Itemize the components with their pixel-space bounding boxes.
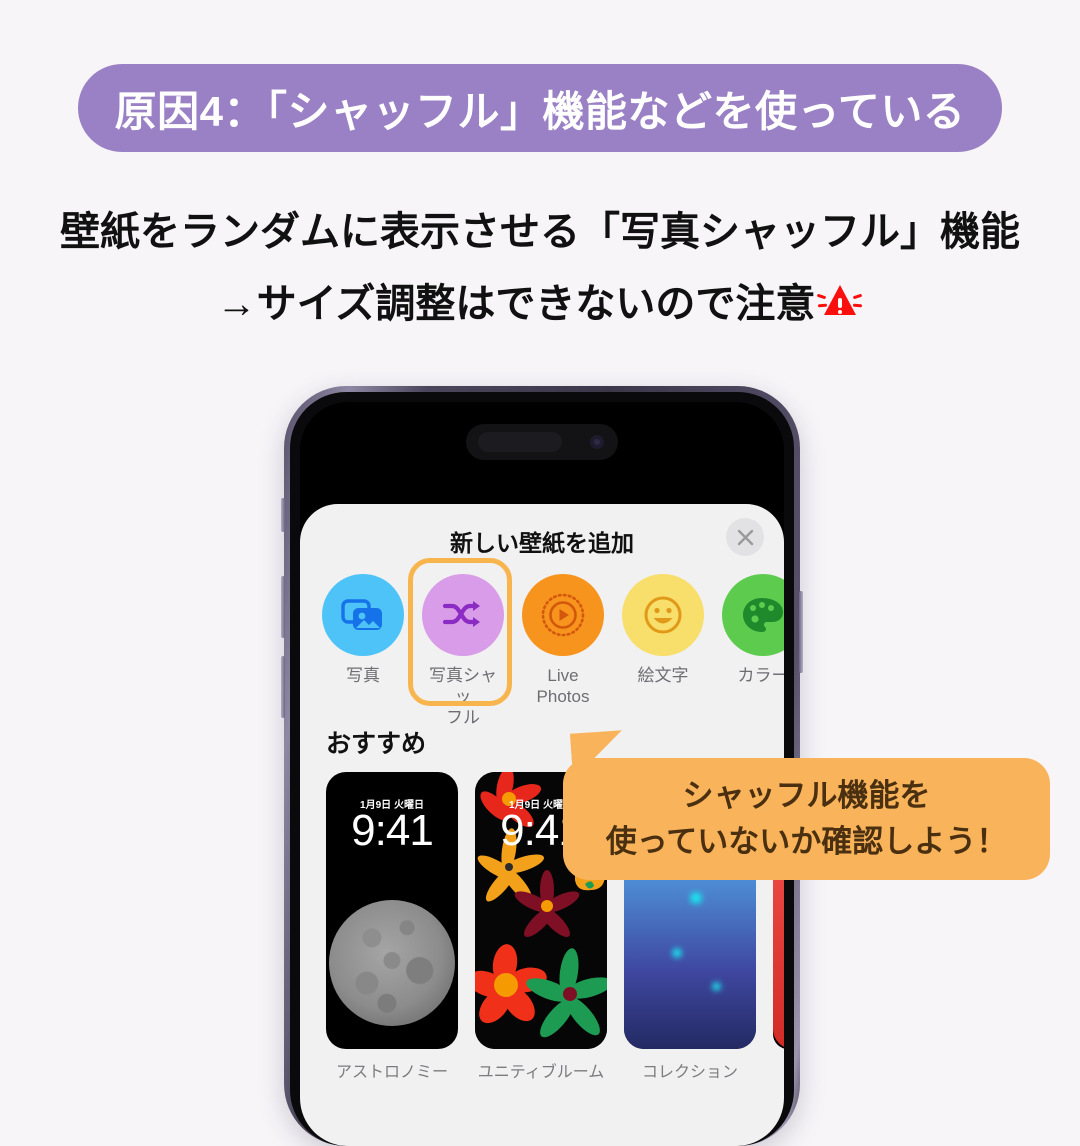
category-label: カラー [737, 666, 785, 685]
wallpaper-label: コレクション [641, 1064, 738, 1081]
lockscreen-time: 9:41 [351, 806, 434, 855]
header-banner: 原因4：「シャッフル」機能などを使っている [78, 64, 1002, 152]
sheet-header: 新しい壁紙を追加 [300, 504, 784, 570]
speaker-pill-icon [478, 432, 562, 452]
volume-up-button[interactable] [281, 576, 285, 638]
close-button[interactable] [726, 518, 764, 556]
wallpaper-label: アストロノミー [335, 1064, 448, 1081]
emoji-circle [622, 574, 704, 656]
close-x-icon [737, 529, 753, 545]
category-color[interactable]: カラー [722, 574, 784, 686]
wallpaper-thumbnail: 1月9日 火曜日 9:41 [326, 772, 458, 1049]
header-banner-text: 原因4：「シャッフル」機能などを使っている [114, 87, 966, 135]
recommended-heading: おすすめ [326, 730, 427, 758]
photo-shuffle-circle [422, 574, 504, 656]
body-copy: 壁紙をランダムに表示させる「写真シャッフル」機能 →サイズ調整はできないので注意 [0, 196, 1080, 340]
category-row[interactable]: 写真 写真シャッ フル Live Photos 絵文字 カラー [300, 558, 784, 727]
wallpaper-label: ユニティブルーム [477, 1064, 605, 1081]
category-photos[interactable]: 写真 [322, 574, 404, 686]
category-label: Live Photos [536, 666, 590, 706]
category-live-photos[interactable]: Live Photos [522, 574, 604, 707]
volume-down-button[interactable] [281, 656, 285, 718]
body-line-2: →サイズ調整はできないので注意 [216, 282, 816, 326]
smiley-face-icon [644, 596, 682, 634]
live-photos-circle [522, 574, 604, 656]
category-photo-shuffle[interactable]: 写真シャッ フル [408, 558, 512, 728]
dynamic-island [466, 424, 618, 460]
sheet-title: 新しい壁紙を追加 [450, 530, 634, 556]
moon-graphic [329, 900, 455, 1026]
category-label: 写真シャッ フル [422, 665, 504, 728]
photos-stack-icon [341, 599, 382, 630]
power-button[interactable] [799, 591, 803, 673]
category-label: 絵文字 [637, 666, 689, 685]
color-palette-icon [743, 598, 783, 632]
warning-triangle-icon [817, 279, 863, 325]
body-line-2-wrapper: →サイズ調整はできないので注意 [0, 268, 1080, 340]
shuffle-arrows-icon [442, 601, 480, 627]
callout-line-2: 使っていないか確認しよう！ [605, 824, 1008, 859]
silent-switch-button[interactable] [281, 498, 285, 532]
callout-bubble: シャッフル機能を 使っていないか確認しよう！ [563, 730, 1050, 880]
category-label-line2: フル [446, 708, 480, 727]
category-label-line1: 写真シャッ [429, 666, 497, 706]
category-emoji[interactable]: 絵文字 [622, 574, 704, 686]
live-photo-play-icon [541, 593, 585, 637]
photos-circle [322, 574, 404, 656]
body-line-1: 壁紙をランダムに表示させる「写真シャッフル」機能 [60, 210, 1020, 254]
callout-bubble-tail [570, 730, 624, 764]
front-camera-icon [590, 435, 604, 449]
category-label: 写真 [346, 666, 380, 685]
wallpaper-astronomy[interactable]: 1月9日 火曜日 9:41 アストロノミー [326, 772, 458, 1082]
color-circle [722, 574, 784, 656]
callout-line-1: シャッフル機能を [682, 778, 931, 813]
